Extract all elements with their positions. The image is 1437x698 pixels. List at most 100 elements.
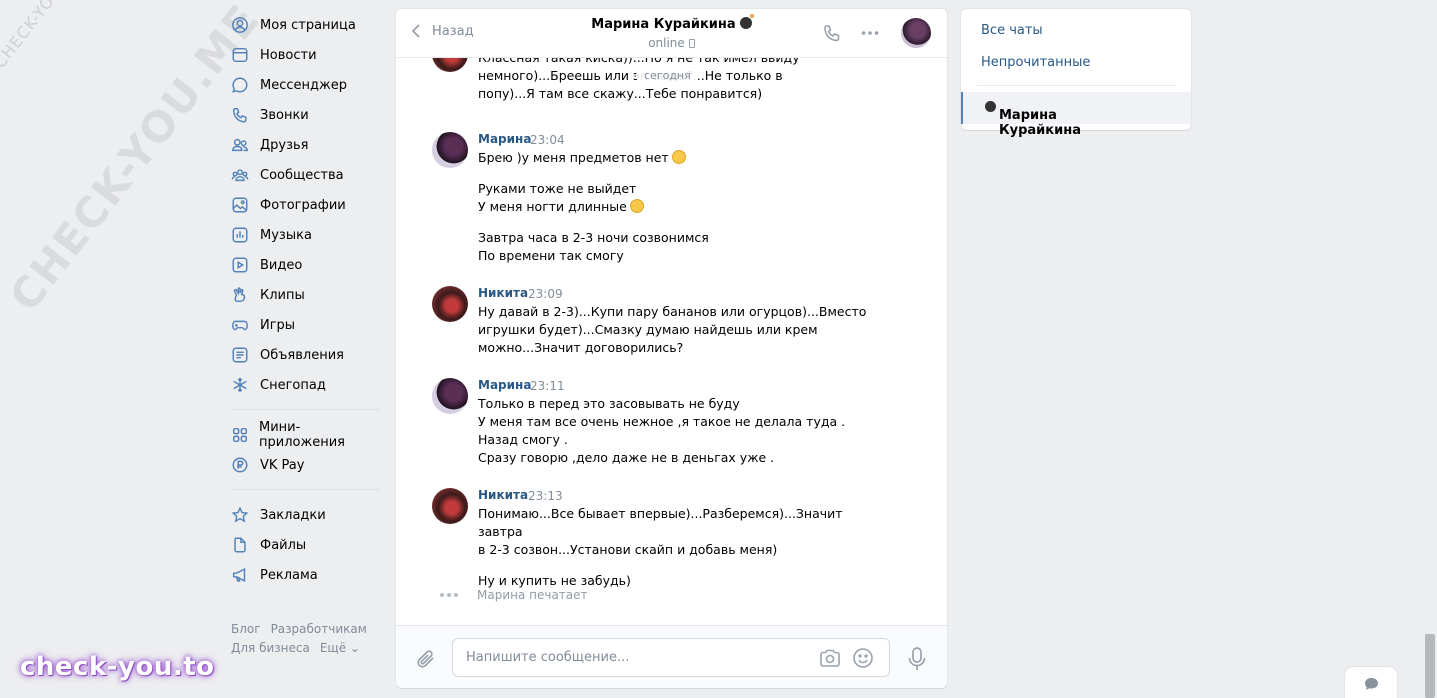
avatar[interactable] xyxy=(432,286,468,322)
watermark-large: CHECK-YOU.ME xyxy=(0,0,270,321)
smile-icon[interactable] xyxy=(852,647,874,669)
chat-filter-panel: Все чаты Непрочитанные Марина Курайкина xyxy=(961,9,1191,138)
nav-label: Объявления xyxy=(260,347,344,363)
laughing-emoji-icon xyxy=(671,150,686,164)
nav-item-communities[interactable]: Сообщества xyxy=(230,160,380,190)
video-icon xyxy=(230,255,250,275)
message-text-content: Руками тоже не выйдет У меня ногти длинн… xyxy=(478,181,637,214)
chat-avatar[interactable] xyxy=(901,18,931,48)
nav-label: VK Pay xyxy=(260,457,305,473)
nav-label: Файлы xyxy=(260,537,307,553)
filter-divider xyxy=(977,85,1176,86)
typing-indicator: Марина печатает xyxy=(440,588,588,602)
message-body: Брею )у меня предметов нет Руками тоже н… xyxy=(478,149,878,265)
apps-icon xyxy=(230,425,249,445)
nav-label: Игры xyxy=(260,317,296,333)
star-icon xyxy=(230,505,250,525)
nav-item-bookmarks[interactable]: Закладки xyxy=(230,500,380,530)
phone-icon xyxy=(230,105,250,125)
active-chat-name: Марина Курайкина xyxy=(999,108,1081,138)
footer-business-link[interactable]: Для бизнеса xyxy=(231,641,310,655)
filter-unread[interactable]: Непрочитанные xyxy=(981,55,1090,70)
nav-label: Моя страница xyxy=(260,17,356,33)
nav-item-my-page[interactable]: Моя страница xyxy=(230,10,380,40)
chat-title-text: Марина Курайкина xyxy=(591,17,736,32)
message-input[interactable] xyxy=(466,639,806,676)
user-circle-icon xyxy=(230,15,250,35)
brand-watermark: check-you.to xyxy=(20,652,215,682)
nav-item-friends[interactable]: Друзья xyxy=(230,130,380,160)
nav-item-files[interactable]: Файлы xyxy=(230,530,380,560)
camera-icon[interactable] xyxy=(819,648,841,668)
avatar[interactable] xyxy=(432,58,468,72)
news-icon xyxy=(230,45,250,65)
nav-item-advertising[interactable]: Реклама xyxy=(230,560,380,590)
left-nav: Моя страница Новости Мессенджер Звонки Д… xyxy=(230,10,380,590)
avatar[interactable] xyxy=(432,132,468,168)
footer-links: Блог Разработчикам Для бизнеса Ещё ⌄ xyxy=(231,620,381,658)
footer-dev-link[interactable]: Разработчикам xyxy=(271,622,367,636)
nav-label: Новости xyxy=(260,47,317,63)
call-icon[interactable] xyxy=(822,23,842,43)
nav-item-snowfall[interactable]: Снегопад xyxy=(230,370,380,400)
bomb-emoji-icon xyxy=(985,101,996,112)
message-body: Ну давай в 2-3)...Купи пару бананов или … xyxy=(478,303,878,357)
typing-dots-icon xyxy=(440,593,458,597)
nav-label: Клипы xyxy=(260,287,305,303)
active-chat-label: Марина Курайкина xyxy=(981,100,1081,138)
avatar[interactable] xyxy=(432,378,468,414)
nav-label: Друзья xyxy=(260,137,309,153)
message-author[interactable]: Марина xyxy=(478,378,531,392)
nav-item-messenger[interactable]: Мессенджер xyxy=(230,70,380,100)
message-composer xyxy=(396,625,947,688)
message-time[interactable]: 23:04 xyxy=(530,133,565,147)
nav-item-calls[interactable]: Звонки xyxy=(230,100,380,130)
footer-more-link[interactable]: Ещё ⌄ xyxy=(320,641,360,655)
filter-all-chats[interactable]: Все чаты xyxy=(981,23,1043,38)
message-time[interactable]: 23:09 xyxy=(528,287,563,301)
nav-item-clips[interactable]: Клипы xyxy=(230,280,380,310)
nav-item-news[interactable]: Новости xyxy=(230,40,380,70)
footer-blog-link[interactable]: Блог xyxy=(231,622,261,636)
paperclip-icon[interactable] xyxy=(415,648,437,670)
nav-label: Снегопад xyxy=(260,377,326,393)
avatar[interactable] xyxy=(432,488,468,524)
chat-bubble-icon xyxy=(1365,678,1378,690)
chat-panel: Назад Марина Курайкина online сегодня Кл… xyxy=(396,9,947,688)
message-time[interactable]: 23:13 xyxy=(528,489,563,503)
nav-label: Звонки xyxy=(260,107,309,123)
message-author[interactable]: Никита xyxy=(478,286,528,300)
nav-item-games[interactable]: Игры xyxy=(230,310,380,340)
nav-item-ads[interactable]: Объявления xyxy=(230,340,380,370)
nav-item-photos[interactable]: Фотографии xyxy=(230,190,380,220)
gamepad-icon xyxy=(230,315,250,335)
active-chat-item[interactable]: Марина Курайкина xyxy=(961,92,1191,138)
message-text: Брею )у меня предметов нет xyxy=(478,149,878,167)
nav-label: Сообщества xyxy=(260,167,344,183)
vk-messenger-page: CHECK-YOU.ME CHECK-YOU.ME Моя страница Н… xyxy=(0,0,1437,698)
nav-item-music[interactable]: Музыка xyxy=(230,220,380,250)
nav-divider xyxy=(232,409,380,410)
nav-item-mini-apps[interactable]: Мини-приложения xyxy=(230,420,380,450)
communities-icon xyxy=(230,165,250,185)
message-time[interactable]: 23:11 xyxy=(530,379,565,393)
chat-launcher-button[interactable] xyxy=(1345,667,1397,698)
message-body: Понимаю...Все бывает впервые)...Разберем… xyxy=(478,505,878,590)
message-input-box xyxy=(452,638,890,677)
online-status: online xyxy=(648,36,685,50)
laughing-emoji-icon xyxy=(629,199,644,213)
message-list: сегодня Классная такая киска))...Но я не… xyxy=(396,58,947,625)
page-scrollbar[interactable] xyxy=(1425,634,1435,698)
chat-header: Назад Марина Курайкина online xyxy=(396,9,947,58)
message-text: Понимаю...Все бывает впервые)...Разберем… xyxy=(478,506,843,557)
nav-item-video[interactable]: Видео xyxy=(230,250,380,280)
message-author[interactable]: Никита xyxy=(478,488,528,502)
more-icon[interactable] xyxy=(860,23,880,43)
typing-text: Марина печатает xyxy=(477,588,588,602)
microphone-icon[interactable] xyxy=(907,646,927,672)
nav-item-vkpay[interactable]: VK Pay xyxy=(230,450,380,480)
vkpay-icon xyxy=(230,455,250,475)
message-author[interactable]: Марина xyxy=(478,132,531,146)
nav-label: Мини-приложения xyxy=(259,420,345,450)
music-icon xyxy=(230,225,250,245)
